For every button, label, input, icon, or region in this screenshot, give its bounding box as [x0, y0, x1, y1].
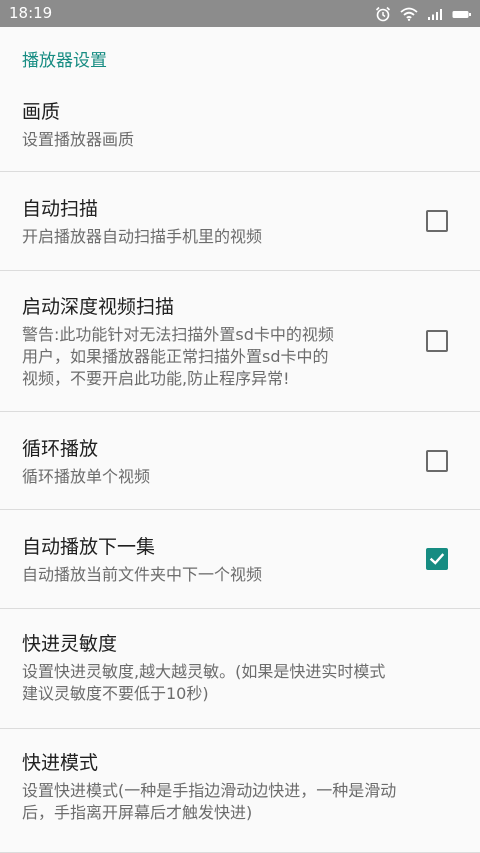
alarm-icon: [375, 6, 391, 22]
pref-item-seek-mode[interactable]: 快进模式 设置快进模式(一种是手指边滑动边快进，一种是滑动 后，手指离开屏幕后才…: [0, 729, 480, 853]
status-time: 18:19: [9, 4, 53, 22]
pref-title: 快进模式: [22, 752, 99, 774]
deep-scan-checkbox[interactable]: [426, 330, 448, 352]
pref-item-deep-scan[interactable]: 启动深度视频扫描 警告:此功能针对无法扫描外置sd卡中的视频 用户，如果播放器能…: [0, 271, 480, 412]
pref-title: 快进灵敏度: [22, 633, 118, 655]
pref-item-auto-scan[interactable]: 自动扫描 开启播放器自动扫描手机里的视频: [0, 172, 480, 271]
pref-summary: 警告:此功能针对无法扫描外置sd卡中的视频 用户，如果播放器能正常扫描外置sd卡…: [22, 325, 334, 388]
pref-summary: 设置播放器画质: [22, 130, 135, 149]
signal-icon: [427, 7, 443, 21]
pref-summary: 开启播放器自动扫描手机里的视频: [22, 227, 263, 246]
checkmark-icon: [429, 553, 445, 565]
pref-item-quality[interactable]: 画质 设置播放器画质: [0, 87, 480, 172]
autoplay-next-checkbox[interactable]: [426, 548, 448, 570]
pref-summary: 循环播放单个视频: [22, 467, 151, 486]
pref-title: 循环播放: [22, 438, 99, 460]
pref-item-loop-play[interactable]: 循环播放 循环播放单个视频: [0, 412, 480, 510]
status-bar: 18:19: [0, 0, 480, 27]
pref-title: 画质: [22, 101, 61, 123]
pref-text: 快进模式 设置快进模式(一种是手指边滑动边快进，一种是滑动 后，手指离开屏幕后才…: [22, 750, 462, 824]
pref-text: 快进灵敏度 设置快进灵敏度,越大越灵敏。(如果是快进实时模式 建议灵敏度不要低于…: [22, 631, 462, 705]
pref-title: 启动深度视频扫描: [22, 296, 175, 318]
pref-title: 自动播放下一集: [22, 536, 156, 558]
pref-item-autoplay-next[interactable]: 自动播放下一集 自动播放当前文件夹中下一个视频: [0, 510, 480, 609]
pref-text: 启动深度视频扫描 警告:此功能针对无法扫描外置sd卡中的视频 用户，如果播放器能…: [22, 294, 427, 390]
loop-play-checkbox[interactable]: [426, 450, 448, 472]
battery-icon: [452, 8, 472, 20]
pref-title: 自动扫描: [22, 198, 99, 220]
pref-text: 循环播放 循环播放单个视频: [22, 436, 427, 488]
auto-scan-checkbox[interactable]: [426, 210, 448, 232]
pref-summary: 自动播放当前文件夹中下一个视频: [22, 565, 263, 584]
section-header-player-settings: 播放器设置: [22, 51, 107, 71]
status-icons: [375, 4, 472, 23]
pref-summary: 设置快进模式(一种是手指边滑动边快进，一种是滑动 后，手指离开屏幕后才触发快进): [22, 781, 397, 822]
pref-summary: 设置快进灵敏度,越大越灵敏。(如果是快进实时模式 建议灵敏度不要低于10秒): [22, 662, 386, 703]
pref-text: 画质 设置播放器画质: [22, 99, 427, 151]
pref-text: 自动扫描 开启播放器自动扫描手机里的视频: [22, 196, 427, 248]
pref-text: 自动播放下一集 自动播放当前文件夹中下一个视频: [22, 534, 427, 586]
pref-item-seek-sensitivity[interactable]: 快进灵敏度 设置快进灵敏度,越大越灵敏。(如果是快进实时模式 建议灵敏度不要低于…: [0, 609, 480, 729]
wifi-icon: [400, 7, 418, 21]
